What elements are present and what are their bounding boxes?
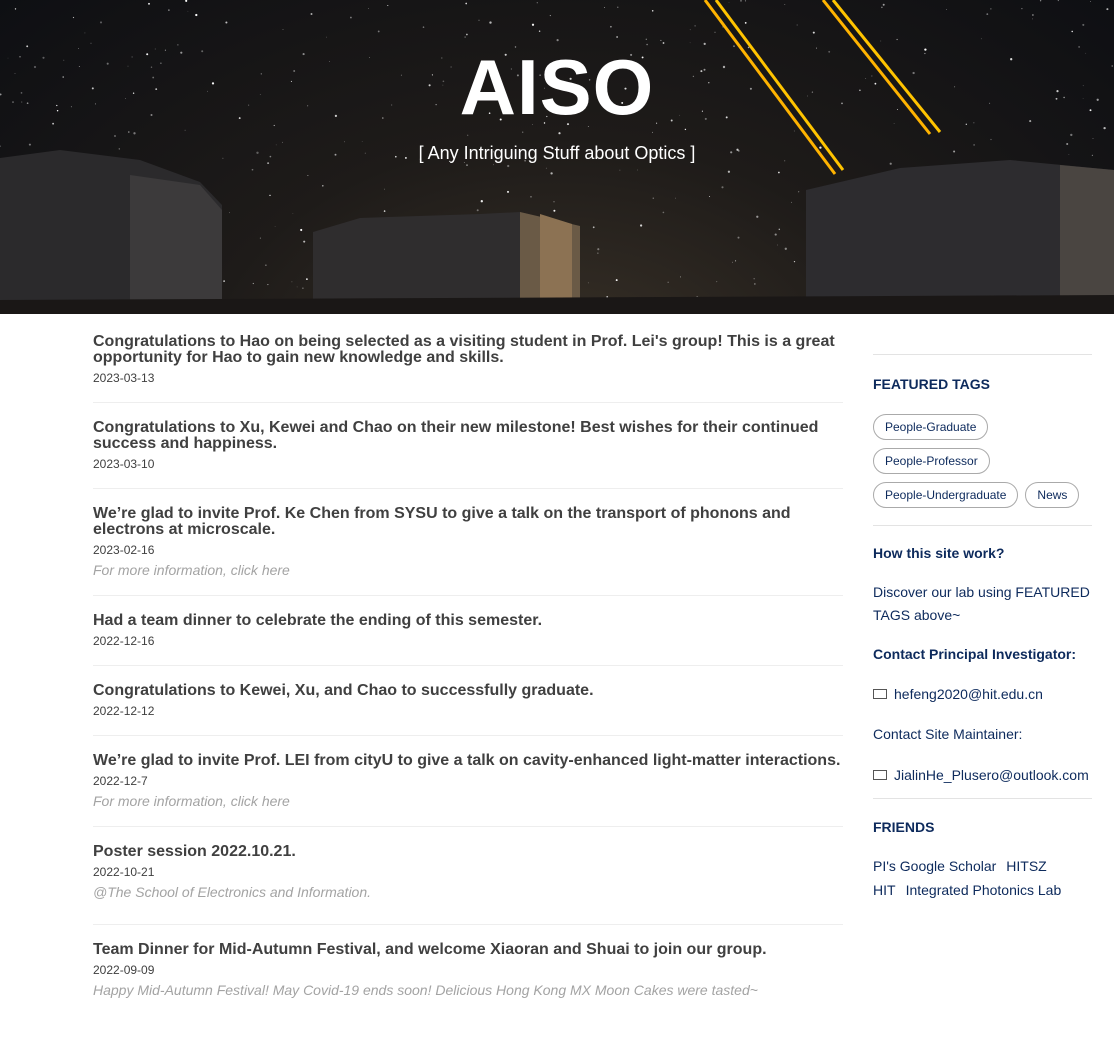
post-date: 2023-02-16 [93,543,155,557]
friends-heading: FRIENDS [873,819,935,835]
how-text: Discover our lab using FEATURED TAGS abo… [873,584,1090,623]
post-title[interactable]: We’re glad to invite Prof. LEI from city… [93,753,843,769]
telescope-buildings [0,150,1114,314]
site-title: AISO [459,43,655,131]
post-date: 2022-09-09 [93,963,155,977]
post-item[interactable]: Had a team dinner to celebrate the endin… [93,613,843,666]
hero-banner: AISO [ Any Intriguing Stuff about Optics… [0,0,1114,314]
post-title[interactable]: Team Dinner for Mid-Autumn Festival, and… [93,942,843,958]
post-title[interactable]: Congratulations to Xu, Kewei and Chao on… [93,420,843,452]
friend-link-integrated-photonics-lab[interactable]: Integrated Photonics Lab [906,882,1062,898]
post-date: 2022-12-7 [93,774,148,788]
post-list: Congratulations to Hao on being selected… [93,334,843,1032]
friends-links: PI's Google Scholar HITSZ HIT Integrated P… [873,854,1092,902]
maintainer-email-link[interactable]: JialinHe_Plusero@outlook.com [873,767,1092,783]
site-subtitle: [ Any Intriguing Stuff about Optics ] [418,143,696,163]
envelope-icon [873,770,887,780]
post-item[interactable]: Congratulations to Xu, Kewei and Chao on… [93,420,843,489]
tag-cloud: People-Graduate People-Professor People-… [873,414,1092,516]
tag-news[interactable]: News [1025,482,1080,508]
pi-heading: Contact Principal Investigator: [873,646,1077,662]
post-title[interactable]: Congratulations to Hao on being selected… [93,334,843,366]
post-date: 2023-03-13 [93,371,155,385]
maintainer-label: Contact Site Maintainer: [873,726,1023,742]
post-title[interactable]: Poster session 2022.10.21. [93,844,843,860]
how-heading: How this site work? [873,545,1005,561]
post-date: 2023-03-10 [93,457,155,471]
post-date: 2022-12-12 [93,704,155,718]
pi-email[interactable]: hefeng2020@hit.edu.cn [894,686,1043,702]
post-title[interactable]: We’re glad to invite Prof. Ke Chen from … [93,506,843,538]
maintainer-email[interactable]: JialinHe_Plusero@outlook.com [894,767,1089,783]
post-item[interactable]: We’re glad to invite Prof. Ke Chen from … [93,506,843,596]
pi-email-link[interactable]: hefeng2020@hit.edu.cn [873,686,1092,702]
post-date: 2022-10-21 [93,865,155,879]
post-subtitle: @The School of Electronics and Informati… [93,884,372,900]
post-item[interactable]: Team Dinner for Mid-Autumn Festival, and… [93,942,843,1015]
divider [873,798,1092,799]
featured-tags-heading: FEATURED TAGS [873,376,990,392]
post-subtitle: Happy Mid-Autumn Festival! May Covid-19 … [93,982,758,998]
divider [873,525,1092,526]
tag-people-graduate[interactable]: People-Graduate [873,414,989,440]
tag-people-professor[interactable]: People-Professor [873,448,990,474]
post-date: 2022-12-16 [93,634,155,648]
envelope-icon [873,689,887,699]
post-title[interactable]: Had a team dinner to celebrate the endin… [93,613,843,629]
divider [873,354,1092,355]
post-item[interactable]: Poster session 2022.10.21. 2022-10-21 @T… [93,844,843,925]
post-subtitle: For more information, click here [93,793,290,809]
post-item[interactable]: We’re glad to invite Prof. LEI from city… [93,753,843,827]
tag-people-undergraduate[interactable]: People-Undergraduate [873,482,1019,508]
post-item[interactable]: Congratulations to Hao on being selected… [93,334,843,403]
post-subtitle: For more information, click here [93,562,290,578]
friend-link-google-scholar[interactable]: PI's Google Scholar [873,858,996,874]
friend-link-hit[interactable]: HIT [873,882,896,898]
post-item[interactable]: Congratulations to Kewei, Xu, and Chao t… [93,683,843,736]
friend-link-hitsz[interactable]: HITSZ [1006,858,1046,874]
sidebar: FEATURED TAGS People-Graduate People-Pro… [873,354,1092,902]
post-title[interactable]: Congratulations to Kewei, Xu, and Chao t… [93,683,843,699]
